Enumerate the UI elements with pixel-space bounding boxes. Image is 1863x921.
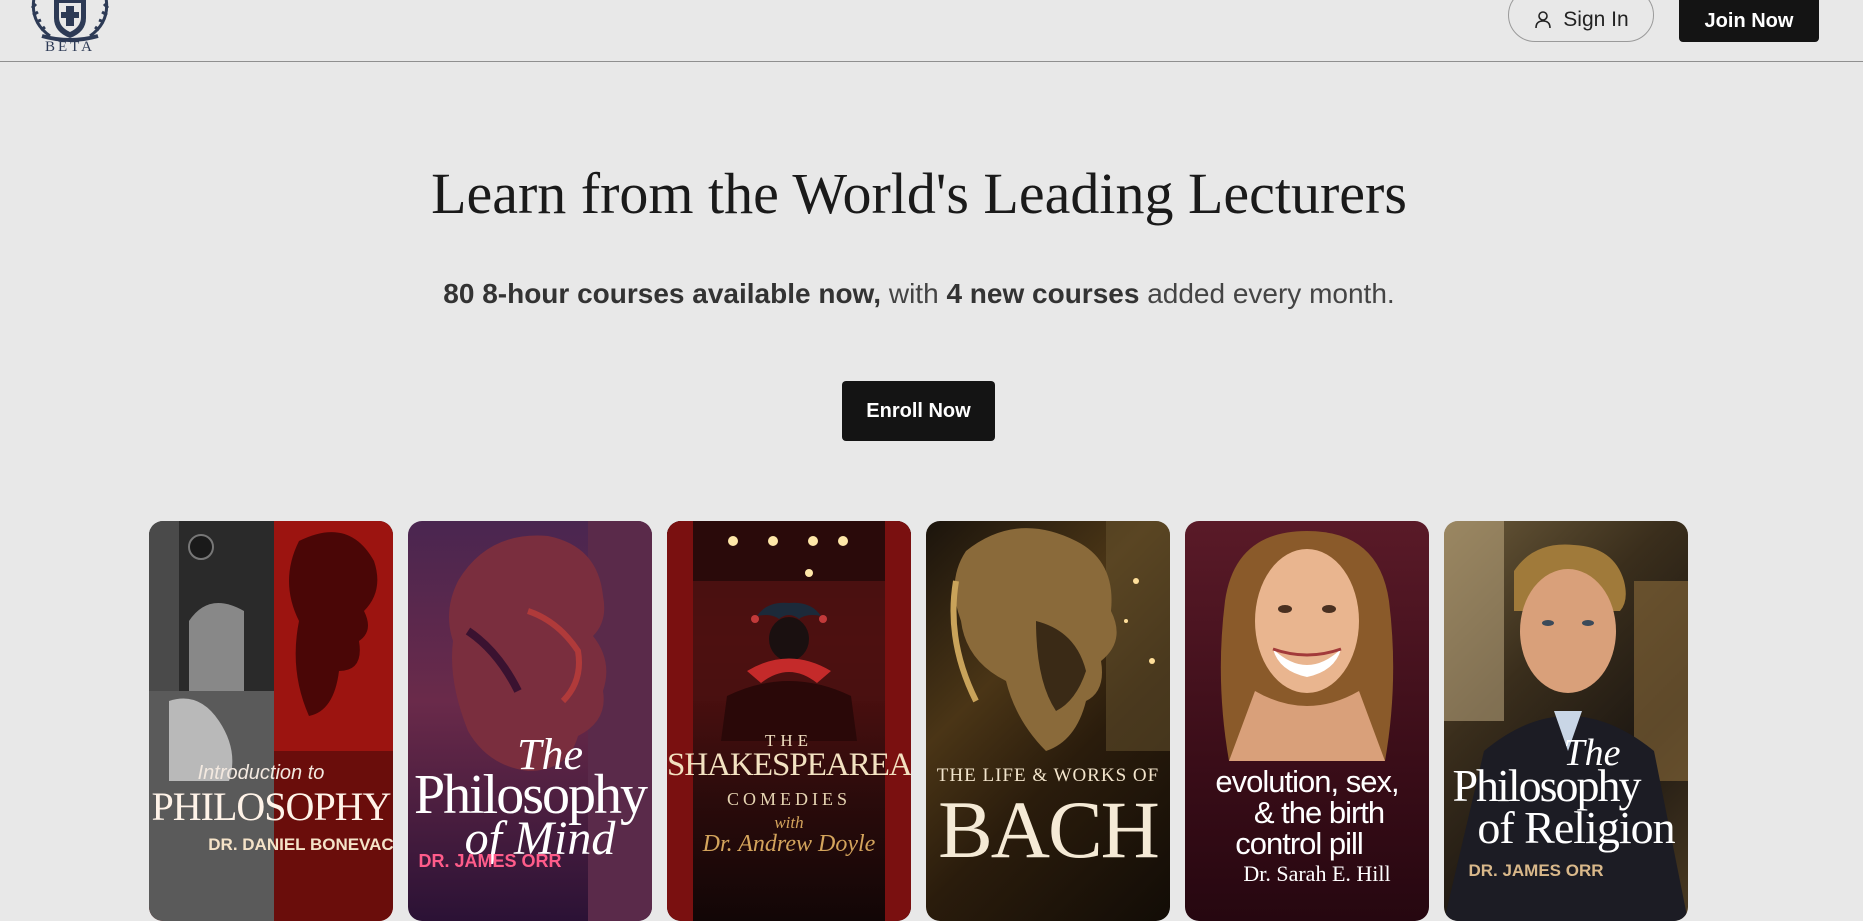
subtitle-added-monthly: added every month. xyxy=(1139,278,1395,309)
sign-in-button[interactable]: Sign In xyxy=(1508,0,1654,42)
course-line2: SHAKESPEAREAN xyxy=(667,747,911,783)
page-title: Learn from the World's Leading Lecturers xyxy=(431,161,1407,226)
course-card-evolution-sex-birth-control-pill[interactable]: evolution, sex, & the birth control pill… xyxy=(1185,521,1429,921)
user-icon xyxy=(1535,11,1552,29)
philosophy-bust-artwork xyxy=(149,521,393,921)
logo-beta-text: BETA xyxy=(45,39,95,55)
course-line3: control pill xyxy=(1235,826,1364,861)
course-author: DR. JAMES ORR xyxy=(1468,861,1604,880)
subtitle-courses-count: 80 8-hour courses available now, xyxy=(443,278,882,309)
course-card-introduction-to-philosophy[interactable]: Introduction to PHILOSOPHY DR. DANIEL BO… xyxy=(149,521,393,921)
course-card-shakespearean-comedies[interactable]: THE SHAKESPEAREAN COMEDIES with Dr. Andr… xyxy=(667,521,911,921)
course-author: DR. JAMES ORR xyxy=(418,851,562,871)
course-author: Dr. Andrew Doyle xyxy=(702,831,876,857)
course-line2: BACH xyxy=(938,784,1160,875)
course-author: Dr. Sarah E. Hill xyxy=(1243,861,1391,886)
course-line3: of Religion xyxy=(1477,802,1675,853)
jester-theatre-artwork xyxy=(667,521,911,921)
course-author: DR. DANIEL BONEVAC xyxy=(208,835,393,854)
hero-subtitle: 80 8-hour courses available now, with 4 … xyxy=(0,278,1838,310)
subtitle-new-courses: 4 new courses xyxy=(946,278,1140,309)
top-navigation-bar: BETA Sign In Join Now xyxy=(0,0,1863,62)
course-card-life-and-works-of-bach[interactable]: THE LIFE & WORKS OF BACH xyxy=(926,521,1170,921)
course-line3: COMEDIES xyxy=(726,789,851,809)
subtitle-with: with xyxy=(881,278,947,309)
course-card-philosophy-of-mind[interactable]: The Philosophy of Mind DR. JAMES ORR xyxy=(408,521,652,921)
sign-in-label: Sign In xyxy=(1563,8,1629,31)
course-card-philosophy-of-religion[interactable]: The Philosophy of Religion DR. JAMES ORR xyxy=(1444,521,1688,921)
course-line2: PHILOSOPHY xyxy=(151,784,392,829)
crest-icon xyxy=(30,0,110,42)
enroll-now-button[interactable]: Enroll Now xyxy=(842,381,995,441)
course-line4: with xyxy=(774,813,804,832)
logo[interactable]: BETA xyxy=(28,0,112,60)
join-now-button[interactable]: Join Now xyxy=(1679,0,1819,42)
course-line1: Introduction to xyxy=(197,762,325,784)
